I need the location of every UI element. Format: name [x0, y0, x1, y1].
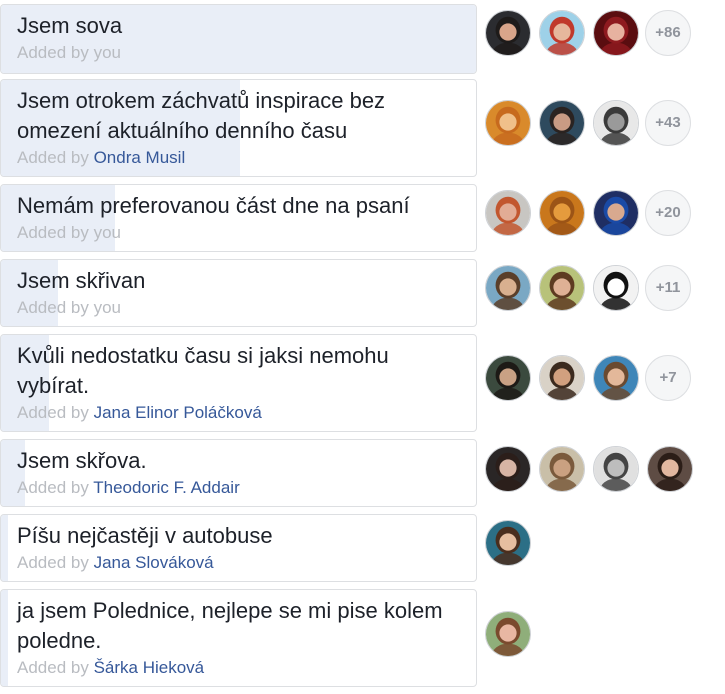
added-by-line: Added by Theodoric F. Addair — [17, 477, 464, 499]
voters-group: +43 — [483, 95, 723, 151]
added-by-name-link[interactable]: Ondra Musil — [94, 148, 186, 167]
added-by-you: you — [93, 43, 121, 62]
voter-avatar[interactable] — [485, 190, 531, 236]
voter-avatar[interactable] — [485, 520, 531, 566]
added-by-label: Added by — [17, 223, 89, 242]
voters-group: +11 — [483, 260, 723, 316]
added-by-name-link[interactable]: Jana Slováková — [94, 553, 214, 572]
voter-avatar[interactable] — [539, 355, 585, 401]
poll-option[interactable]: Jsem otrokem záchvatů inspirace bez omez… — [0, 79, 477, 177]
voters-group — [483, 441, 723, 497]
voters-group: +86 — [483, 5, 723, 61]
added-by-you: you — [93, 298, 121, 317]
poll-option[interactable]: Nemám preferovanou část dne na psaní Adde… — [0, 184, 477, 252]
voter-avatar[interactable] — [593, 10, 639, 56]
added-by-label: Added by — [17, 658, 89, 677]
vote-share-bar — [1, 590, 8, 686]
added-by-label: Added by — [17, 478, 89, 497]
voter-avatar[interactable] — [593, 100, 639, 146]
poll-option-title: Jsem sova — [17, 13, 123, 38]
voter-avatar[interactable] — [539, 100, 585, 146]
added-by-line: Added by you — [17, 222, 464, 244]
more-voters-count[interactable]: +86 — [645, 10, 691, 56]
voters-group: +7 — [483, 350, 723, 406]
added-by-label: Added by — [17, 298, 89, 317]
voter-avatar[interactable] — [485, 265, 531, 311]
voter-avatar[interactable] — [593, 446, 639, 492]
poll-option-title: Nemám preferovanou část dne na psaní — [17, 193, 410, 218]
voter-avatar[interactable] — [539, 190, 585, 236]
added-by-line: Added by Šárka Hieková — [17, 657, 464, 679]
poll-option[interactable]: Jsem skřivan Added by you — [0, 259, 477, 327]
added-by-label: Added by — [17, 43, 89, 62]
vote-share-bar — [1, 515, 8, 581]
added-by-line: Added by Jana Elinor Poláčková — [17, 402, 464, 424]
voter-avatar[interactable] — [485, 355, 531, 401]
more-voters-count[interactable]: +20 — [645, 190, 691, 236]
poll-option[interactable]: Jsem sova Added by you — [0, 4, 477, 74]
added-by-line: Added by you — [17, 297, 464, 319]
poll-option[interactable]: Jsem skřova. Added by Theodoric F. Addair — [0, 439, 477, 507]
added-by-you: you — [93, 223, 121, 242]
more-voters-count[interactable]: +11 — [645, 265, 691, 311]
added-by-line: Added by you — [17, 42, 464, 64]
poll-option-title: Jsem skřova. — [17, 448, 147, 473]
added-by-label: Added by — [17, 553, 89, 572]
added-by-line: Added by Jana Slováková — [17, 552, 464, 574]
voters-group: +20 — [483, 185, 723, 241]
added-by-label: Added by — [17, 403, 89, 422]
voter-avatar[interactable] — [485, 611, 531, 657]
poll-option-title: Píšu nejčastěji v autobuse — [17, 523, 273, 548]
voter-avatar[interactable] — [485, 10, 531, 56]
poll-option-title: Jsem otrokem záchvatů inspirace bez omez… — [17, 88, 386, 143]
poll-option-title: Jsem skřivan — [17, 268, 146, 293]
added-by-name-link[interactable]: Jana Elinor Poláčková — [94, 403, 262, 422]
voter-avatar[interactable] — [647, 446, 693, 492]
voter-avatar[interactable] — [539, 446, 585, 492]
poll-option-title: ja jsem Polednice, nejlepe se mi pise ko… — [17, 598, 443, 653]
added-by-line: Added by Ondra Musil — [17, 147, 464, 169]
more-voters-count[interactable]: +7 — [645, 355, 691, 401]
voter-avatar[interactable] — [593, 355, 639, 401]
voter-avatar[interactable] — [593, 190, 639, 236]
poll-option[interactable]: Kvůli nedostatku času si jaksi nemohu vy… — [0, 334, 477, 432]
more-voters-count[interactable]: +43 — [645, 100, 691, 146]
added-by-name-link[interactable]: Šárka Hieková — [94, 658, 205, 677]
poll-option[interactable]: ja jsem Polednice, nejlepe se mi pise ko… — [0, 589, 477, 687]
added-by-name-link[interactable]: Theodoric F. Addair — [93, 478, 239, 497]
voter-avatar[interactable] — [539, 265, 585, 311]
voter-avatar[interactable] — [485, 446, 531, 492]
voter-avatar[interactable] — [485, 100, 531, 146]
added-by-label: Added by — [17, 148, 89, 167]
voters-group — [483, 606, 723, 662]
voters-group — [483, 515, 723, 571]
voter-avatar[interactable] — [539, 10, 585, 56]
poll-option-title: Kvůli nedostatku času si jaksi nemohu vy… — [17, 343, 389, 398]
poll-option[interactable]: Píšu nejčastěji v autobuse Added by Jana … — [0, 514, 477, 582]
voter-avatar[interactable] — [593, 265, 639, 311]
